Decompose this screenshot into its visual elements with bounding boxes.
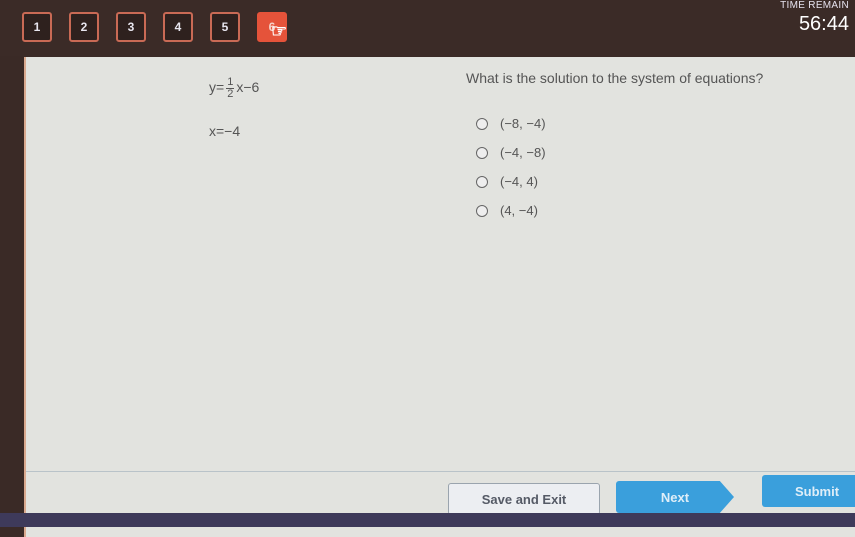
question-button-1[interactable]: 1 xyxy=(22,12,52,42)
answer-option-label: (4, −4) xyxy=(500,203,538,218)
question-button-4[interactable]: 4 xyxy=(163,12,193,42)
timer-value: 56:44 xyxy=(798,13,849,35)
next-button[interactable]: Next xyxy=(616,481,734,513)
answer-option-4[interactable]: (4, −4) xyxy=(476,196,546,225)
equation-1-lhs: y= xyxy=(209,79,225,96)
question-button-5[interactable]: 5 xyxy=(210,12,240,42)
question-button-2[interactable]: 2 xyxy=(69,12,99,42)
answer-option-3[interactable]: (−4, 4) xyxy=(476,167,546,196)
fraction-denominator: 2 xyxy=(227,88,234,100)
answer-option-2[interactable]: (−4, −8) xyxy=(476,138,546,167)
submit-button[interactable]: Submit xyxy=(762,475,855,507)
footer-divider xyxy=(26,471,855,472)
radio-button[interactable] xyxy=(476,146,488,159)
radio-button[interactable] xyxy=(476,175,488,188)
answer-option-label: (−8, −4) xyxy=(500,116,546,131)
screen-bottom-edge xyxy=(0,513,855,527)
question-button-3[interactable]: 3 xyxy=(116,12,146,42)
timer-label: TIME REMAIN xyxy=(780,0,849,11)
timer: TIME REMAIN 56:44 xyxy=(780,0,849,36)
question-panel: y= 1 2 x−6 x=−4 What is the solution to the… xyxy=(24,57,855,537)
answer-options: (−8, −4) (−4, −8) (−4, 4) (4, −4) xyxy=(476,109,546,225)
question-prompt: What is the solution to the system of eq… xyxy=(466,70,764,86)
question-button-6-current[interactable]: 6 ☞ xyxy=(257,12,287,42)
hand-cursor-icon: ☞ xyxy=(271,21,288,41)
equation-1-rhs: x−6 xyxy=(236,79,260,96)
equation-2: x=−4 xyxy=(209,123,241,139)
answer-option-1[interactable]: (−8, −4) xyxy=(476,109,546,138)
answer-option-label: (−4, 4) xyxy=(500,174,538,189)
top-bar: 1 2 3 4 5 6 ☞ TIME REMAIN 56:44 xyxy=(0,0,855,56)
radio-button[interactable] xyxy=(476,117,488,130)
answer-option-label: (−4, −8) xyxy=(500,145,546,160)
save-and-exit-button[interactable]: Save and Exit xyxy=(448,483,600,515)
equation-1: y= 1 2 x−6 xyxy=(209,77,259,100)
fraction-one-half: 12 xyxy=(226,77,235,100)
question-navigation: 1 2 3 4 5 6 ☞ xyxy=(22,12,287,42)
radio-button[interactable] xyxy=(476,204,488,217)
